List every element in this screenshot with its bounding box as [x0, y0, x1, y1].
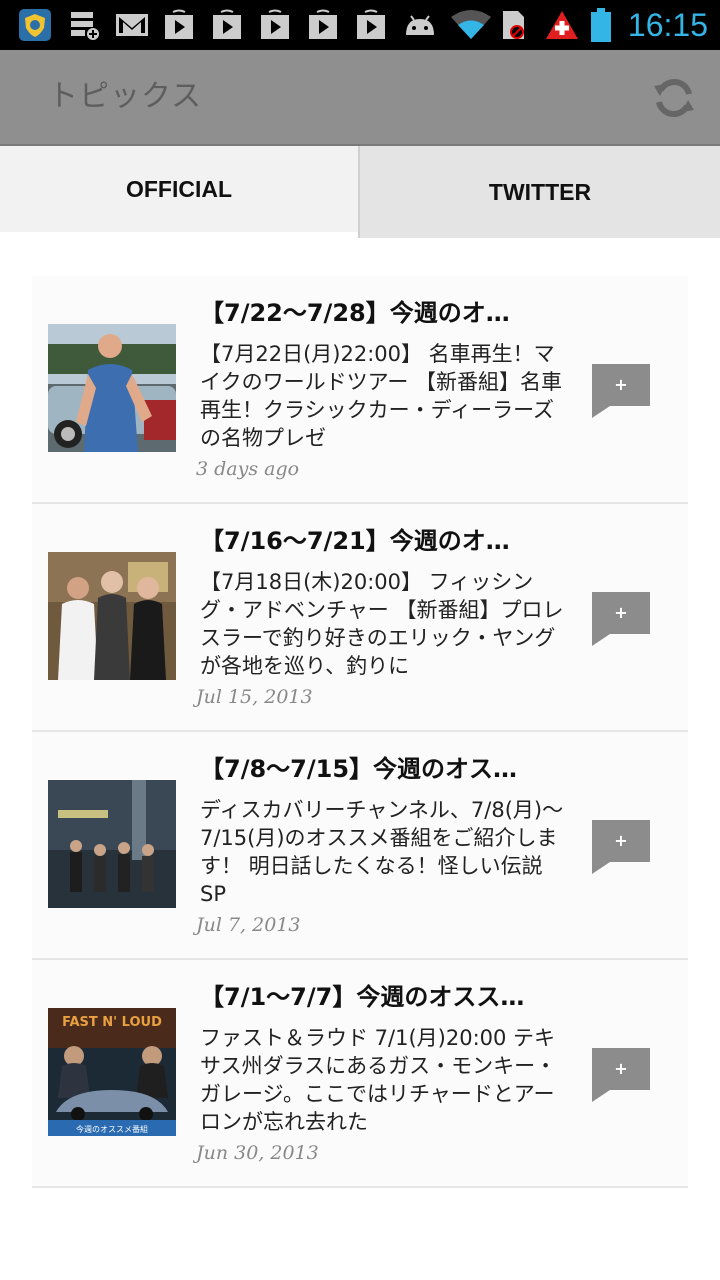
- topic-body: 【7月22日(月)22:00】 名車再生！マイクのワールドツアー 【新番組】名車…: [200, 342, 562, 450]
- list-item[interactable]: 【7/22〜7/28】今週のオ… 【7月22日(月)22:00】 名車再生！マイ…: [32, 276, 688, 504]
- gmail-icon: [114, 9, 150, 41]
- play-store-icon: [354, 9, 388, 41]
- status-time: 16:15: [627, 7, 708, 43]
- tab-twitter[interactable]: TWITTER: [358, 146, 720, 238]
- topic-date: 3 days ago: [196, 458, 300, 480]
- add-comment-button[interactable]: +: [592, 820, 652, 876]
- play-store-icon: [210, 9, 244, 41]
- comment-plus-icon: +: [592, 820, 650, 874]
- topic-title: 【7/16〜7/21】今週のオ…: [200, 527, 510, 555]
- thumbnail-image: [48, 552, 176, 680]
- svg-text:+: +: [614, 831, 627, 850]
- sim-blocked-icon: [500, 9, 528, 41]
- topic-title: 【7/22〜7/28】今週のオ…: [200, 299, 510, 327]
- add-comment-button[interactable]: +: [592, 592, 652, 648]
- comment-plus-icon: +: [592, 364, 650, 418]
- show-logo: FAST N' LOUD: [62, 1015, 162, 1030]
- thumbnail-image: [48, 780, 176, 908]
- thumbnail-image: [48, 324, 176, 452]
- svg-text:+: +: [614, 603, 627, 622]
- thumbnail-caption: 今週のオススメ番組: [76, 1124, 148, 1134]
- play-store-icon: [162, 9, 196, 41]
- add-comment-button[interactable]: +: [592, 364, 652, 420]
- topic-title: 【7/8〜7/15】今週のオス…: [200, 755, 518, 783]
- topic-body: ディスカバリーチャンネル、7/8(月)〜7/15(月)のオススメ番組をご紹介しま…: [200, 798, 564, 906]
- storage-add-icon: [68, 9, 102, 41]
- tab-bar: OFFICIAL TWITTER: [0, 146, 720, 238]
- wifi-icon: [450, 9, 492, 41]
- swiss-alert-icon: [544, 9, 580, 41]
- comment-plus-icon: +: [592, 1048, 650, 1102]
- topic-body: 【7月18日(木)20:00】 フィッシング・アドベンチャー 【新番組】プロレス…: [200, 570, 564, 678]
- action-bar: トピックス: [0, 50, 720, 146]
- play-store-icon: [258, 9, 292, 41]
- status-bar: 16:15: [0, 0, 720, 50]
- svg-text:+: +: [614, 375, 627, 394]
- app-shield-icon: [18, 9, 52, 41]
- play-store-icon: [306, 9, 340, 41]
- topic-title: 【7/1〜7/7】今週のオスス…: [200, 983, 525, 1011]
- battery-icon: [590, 8, 612, 42]
- svg-text:+: +: [614, 1059, 627, 1078]
- list-item[interactable]: FAST N' LOUD 今週のオススメ番組 【7/1〜7/7】今週のオスス… …: [32, 960, 688, 1188]
- list-item[interactable]: 【7/16〜7/21】今週のオ… 【7月18日(木)20:00】 フィッシング・…: [32, 504, 688, 732]
- tab-official[interactable]: OFFICIAL: [0, 146, 358, 232]
- refresh-icon: [654, 78, 694, 118]
- add-comment-button[interactable]: +: [592, 1048, 652, 1104]
- comment-plus-icon: +: [592, 592, 650, 646]
- refresh-button[interactable]: [650, 74, 698, 122]
- topic-date: Jul 7, 2013: [196, 914, 301, 936]
- topic-date: Jul 15, 2013: [196, 686, 313, 708]
- topic-date: Jun 30, 2013: [196, 1142, 319, 1164]
- android-icon: [402, 9, 438, 41]
- list-item[interactable]: 【7/8〜7/15】今週のオス… ディスカバリーチャンネル、7/8(月)〜7/1…: [32, 732, 688, 960]
- topics-list: 【7/22〜7/28】今週のオ… 【7月22日(月)22:00】 名車再生！マイ…: [32, 276, 688, 1188]
- page-title: トピックス: [48, 79, 203, 114]
- thumbnail-image: FAST N' LOUD 今週のオススメ番組: [48, 1008, 176, 1136]
- topic-body: ファスト＆ラウド 7/1(月)20:00 テキサス州ダラスにあるガス・モンキー・…: [200, 1026, 557, 1134]
